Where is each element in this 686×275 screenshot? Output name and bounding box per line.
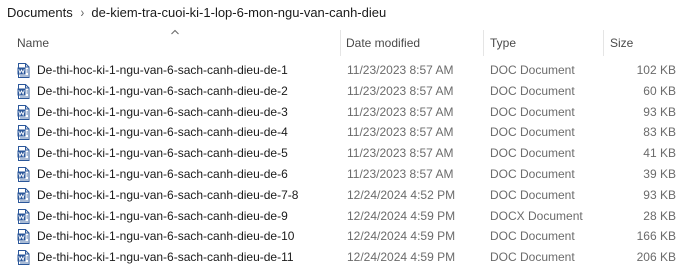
- file-name: De-thi-hoc-ki-1-ngu-van-6-sach-canh-dieu…: [37, 125, 288, 140]
- file-type: DOC Document: [490, 125, 575, 140]
- file-name: De-thi-hoc-ki-1-ngu-van-6-sach-canh-dieu…: [37, 208, 288, 223]
- file-date-modified: 11/23/2023 8:57 AM: [347, 146, 454, 161]
- word-doc-icon: [17, 250, 30, 266]
- sort-ascending-icon: [171, 29, 179, 35]
- file-date-modified: 11/23/2023 8:57 AM: [347, 166, 454, 181]
- file-date-modified: 12/24/2024 4:52 PM: [347, 187, 456, 202]
- file-row[interactable]: De-thi-hoc-ki-1-ngu-van-6-sach-canh-dieu…: [0, 143, 686, 164]
- file-size: 83 KB: [643, 125, 676, 140]
- file-name: De-thi-hoc-ki-1-ngu-van-6-sach-canh-dieu…: [37, 166, 288, 181]
- file-name: De-thi-hoc-ki-1-ngu-van-6-sach-canh-dieu…: [37, 104, 288, 119]
- file-size: 206 KB: [636, 250, 676, 265]
- file-type: DOC Document: [490, 104, 575, 119]
- file-size: 166 KB: [636, 229, 676, 244]
- file-date-modified: 12/24/2024 4:59 PM: [347, 208, 456, 223]
- breadcrumb-item-documents[interactable]: Documents: [0, 5, 76, 20]
- file-row[interactable]: De-thi-hoc-ki-1-ngu-van-6-sach-canh-dieu…: [0, 164, 686, 185]
- file-date-modified: 11/23/2023 8:57 AM: [347, 125, 454, 140]
- file-row[interactable]: De-thi-hoc-ki-1-ngu-van-6-sach-canh-dieu…: [0, 60, 686, 81]
- file-type: DOC Document: [490, 63, 575, 77]
- file-name: De-thi-hoc-ki-1-ngu-van-6-sach-canh-dieu…: [37, 63, 288, 77]
- file-date-modified: 12/24/2024 4:59 PM: [347, 250, 456, 265]
- word-doc-icon: [17, 125, 30, 141]
- file-size: 39 KB: [643, 166, 676, 181]
- word-doc-icon: [17, 187, 30, 203]
- file-type: DOC Document: [490, 83, 575, 98]
- file-type: DOC Document: [490, 250, 575, 265]
- word-doc-icon: [17, 166, 30, 182]
- file-name: De-thi-hoc-ki-1-ngu-van-6-sach-canh-dieu…: [37, 229, 295, 244]
- file-row[interactable]: De-thi-hoc-ki-1-ngu-van-6-sach-canh-dieu…: [0, 102, 686, 123]
- column-header-type[interactable]: Type: [490, 35, 516, 51]
- file-row[interactable]: De-thi-hoc-ki-1-ngu-van-6-sach-canh-dieu…: [0, 206, 686, 227]
- file-list: De-thi-hoc-ki-1-ngu-van-6-sach-canh-dieu…: [0, 60, 686, 268]
- column-header-name[interactable]: Name: [17, 35, 49, 51]
- file-name: De-thi-hoc-ki-1-ngu-van-6-sach-canh-dieu…: [37, 250, 294, 265]
- word-doc-icon: [17, 83, 30, 99]
- column-divider[interactable]: [340, 30, 341, 56]
- file-date-modified: 12/24/2024 4:59 PM: [347, 229, 456, 244]
- file-type: DOCX Document: [490, 208, 583, 223]
- column-header-size[interactable]: Size: [610, 35, 633, 51]
- file-name: De-thi-hoc-ki-1-ngu-van-6-sach-canh-dieu…: [37, 187, 299, 202]
- file-size: 93 KB: [643, 104, 676, 119]
- word-doc-icon: [17, 229, 30, 245]
- word-doc-icon: [17, 146, 30, 162]
- file-size: 93 KB: [643, 187, 676, 202]
- file-row[interactable]: De-thi-hoc-ki-1-ngu-van-6-sach-canh-dieu…: [0, 226, 686, 247]
- word-doc-icon: [17, 104, 30, 120]
- file-size: 41 KB: [643, 146, 676, 161]
- column-header-date-modified[interactable]: Date modified: [346, 35, 420, 51]
- file-type: DOC Document: [490, 166, 575, 181]
- file-row[interactable]: De-thi-hoc-ki-1-ngu-van-6-sach-canh-dieu…: [0, 247, 686, 268]
- file-date-modified: 11/23/2023 8:57 AM: [347, 83, 454, 98]
- column-header-row: Name Date modified Type Size: [0, 28, 686, 56]
- file-name: De-thi-hoc-ki-1-ngu-van-6-sach-canh-dieu…: [37, 83, 288, 98]
- file-type: DOC Document: [490, 229, 575, 244]
- file-date-modified: 11/23/2023 8:57 AM: [347, 104, 454, 119]
- file-size: 28 KB: [643, 208, 676, 223]
- column-divider[interactable]: [483, 30, 484, 56]
- breadcrumb: Documents › de-kiem-tra-cuoi-ki-1-lop-6-…: [0, 0, 686, 24]
- file-size: 60 KB: [643, 83, 676, 98]
- word-docx-icon: [17, 208, 30, 224]
- word-doc-icon: [17, 63, 30, 78]
- file-row[interactable]: De-thi-hoc-ki-1-ngu-van-6-sach-canh-dieu…: [0, 81, 686, 102]
- file-size: 102 KB: [636, 63, 676, 77]
- file-row[interactable]: De-thi-hoc-ki-1-ngu-van-6-sach-canh-dieu…: [0, 185, 686, 206]
- breadcrumb-separator: ›: [80, 4, 84, 20]
- file-row[interactable]: De-thi-hoc-ki-1-ngu-van-6-sach-canh-dieu…: [0, 122, 686, 143]
- column-divider[interactable]: [603, 30, 604, 56]
- file-type: DOC Document: [490, 146, 575, 161]
- file-date-modified: 11/23/2023 8:57 AM: [347, 63, 454, 77]
- file-name: De-thi-hoc-ki-1-ngu-van-6-sach-canh-dieu…: [37, 146, 288, 161]
- file-type: DOC Document: [490, 187, 575, 202]
- breadcrumb-item-current-folder[interactable]: de-kiem-tra-cuoi-ki-1-lop-6-mon-ngu-van-…: [88, 5, 389, 20]
